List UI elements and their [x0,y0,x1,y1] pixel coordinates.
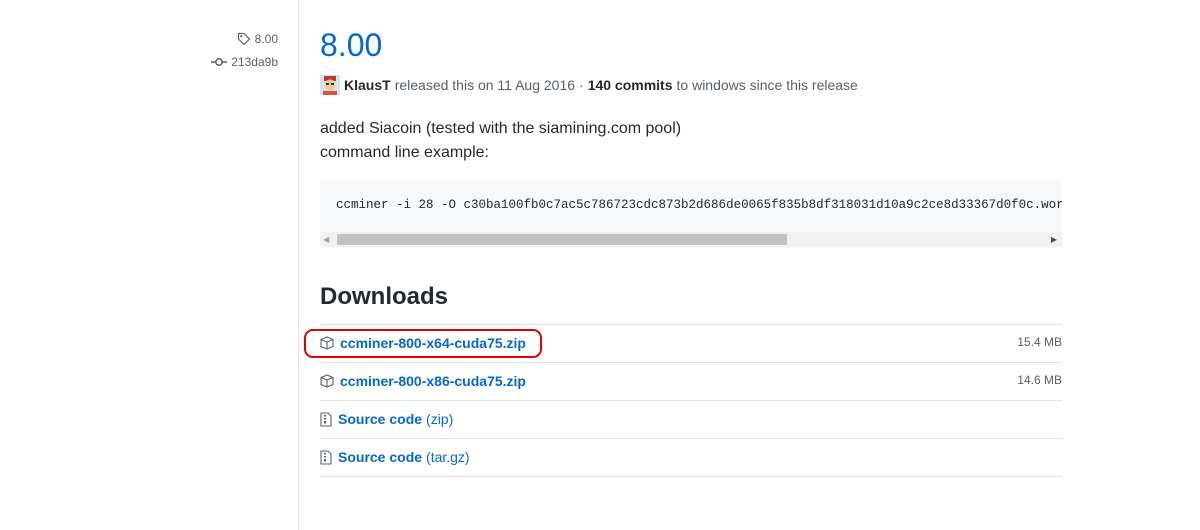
downloads-list: ccminer-800-x64-cuda75.zip 15.4 MB ccmin… [304,324,1062,477]
source-code-zip-link[interactable]: Source code (zip) [320,411,453,427]
list-item: ccminer-800-x64-cuda75.zip 15.4 MB [304,325,1062,363]
release-title[interactable]: 8.00 [320,25,382,65]
list-item: Source code (zip) [320,401,1062,439]
code-line: ccminer -i 28 -O c30ba100fb0c7ac5c786723… [336,198,1062,212]
commits-count-link[interactable]: 140 commits [588,77,673,93]
description-line-1: added Siacoin (tested with the siamining… [320,120,682,137]
meta-separator: · [579,77,584,93]
release-meta: KlausT released this on 11 Aug 2016 · 14… [320,75,858,95]
commit-icon [211,58,228,66]
scrollbar-thumb[interactable] [337,234,787,245]
commits-suffix: to windows since this release [676,77,858,93]
asset-name[interactable]: ccminer-800-x86-cuda75.zip [340,373,526,389]
asset-size: 15.4 MB [1017,335,1062,349]
download-link-x86[interactable]: ccminer-800-x86-cuda75.zip [320,373,526,389]
list-item: ccminer-800-x86-cuda75.zip 14.6 MB [320,363,1062,401]
author-link[interactable]: KlausT [344,77,391,93]
release-description: added Siacoin (tested with the siamining… [320,117,681,165]
file-zip-icon [320,411,332,427]
source-code-format[interactable]: (tar.gz) [426,449,470,465]
scroll-right-arrow-icon[interactable]: ▶ [1051,235,1057,244]
scroll-left-arrow-icon[interactable]: ◀ [323,235,329,244]
source-code-label[interactable]: Source code [338,449,422,465]
asset-size: 14.6 MB [1017,373,1062,387]
file-zip-icon [320,449,332,465]
code-block: ccminer -i 28 -O c30ba100fb0c7ac5c786723… [320,180,1062,248]
source-code-label[interactable]: Source code [338,411,422,427]
list-item: Source code (tar.gz) [320,439,1062,477]
asset-name[interactable]: ccminer-800-x64-cuda75.zip [340,335,526,351]
horizontal-scrollbar[interactable]: ◀ ▶ [320,232,1062,247]
package-icon [320,336,334,350]
commit-label[interactable]: 213da9b [211,53,278,71]
avatar[interactable] [320,75,340,95]
released-text: released this on 11 Aug 2016 [394,77,576,93]
download-link-x64[interactable]: ccminer-800-x64-cuda75.zip [320,335,526,351]
tag-label[interactable]: 8.00 [237,30,278,48]
tag-icon [237,32,250,46]
sidebar-divider [298,0,299,530]
description-line-2: command line example: [320,144,489,161]
source-code-targz-link[interactable]: Source code (tar.gz) [320,449,470,465]
commit-hash[interactable]: 213da9b [231,55,278,69]
source-code-format[interactable]: (zip) [426,411,453,427]
tag-name[interactable]: 8.00 [255,32,278,46]
downloads-heading: Downloads [320,283,449,310]
package-icon [320,374,334,388]
